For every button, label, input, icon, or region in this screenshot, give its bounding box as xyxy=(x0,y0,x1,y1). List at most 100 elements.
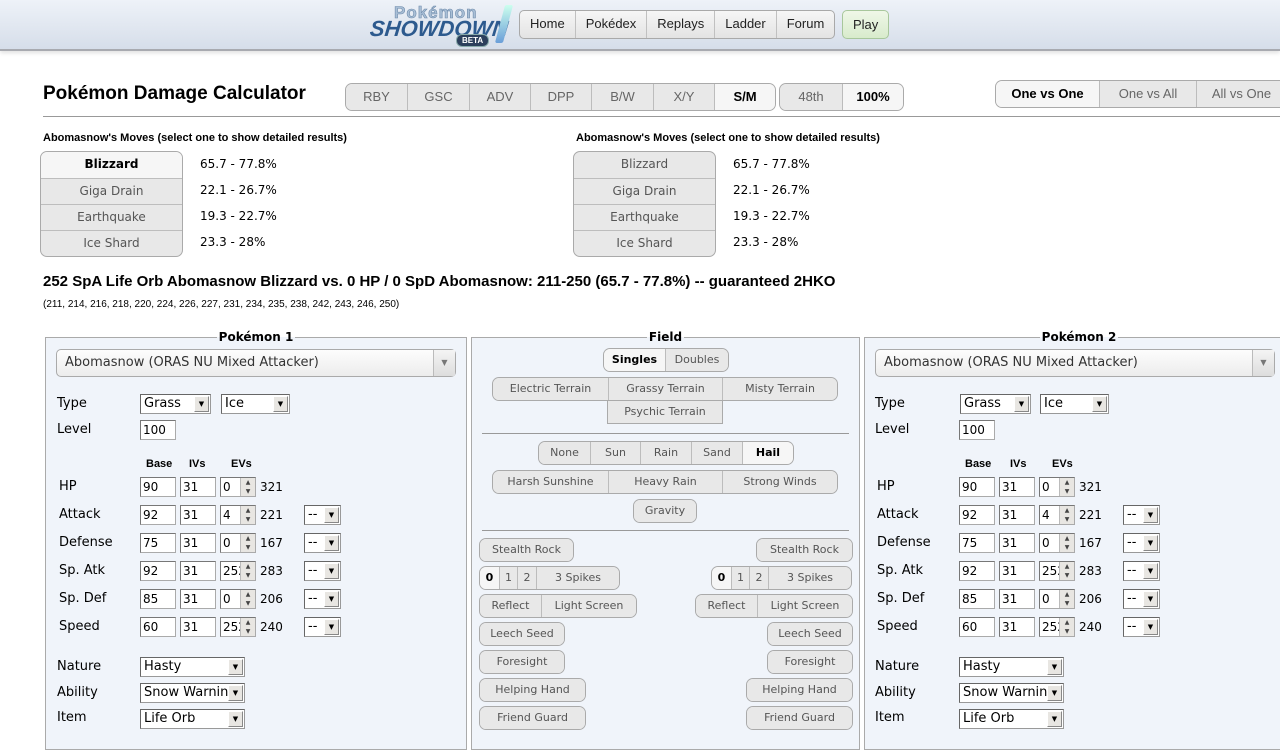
mode-one-vs-one[interactable]: One vs One xyxy=(996,81,1099,107)
stat-ev-input[interactable]: 0 ▲ ▼ xyxy=(220,533,256,553)
side1-spikes-3[interactable]: 3 Spikes xyxy=(536,567,619,589)
spinner-arrows-icon[interactable]: ▲ ▼ xyxy=(1059,590,1074,608)
weather-rain[interactable]: Rain xyxy=(640,442,691,464)
spinner-arrows-icon[interactable]: ▲ ▼ xyxy=(240,478,255,496)
side1-spikes-2[interactable]: 2 xyxy=(517,567,536,589)
stat-iv-input[interactable]: 31 xyxy=(999,533,1035,553)
stat-iv-input[interactable]: 31 xyxy=(999,477,1035,497)
stat-boost-select[interactable]: -- ▼ xyxy=(1123,617,1160,637)
stat-boost-select[interactable]: -- ▼ xyxy=(304,533,341,553)
stat-ev-input[interactable]: 4 ▲ ▼ xyxy=(220,505,256,525)
weather-none[interactable]: None xyxy=(539,442,590,464)
terrain-electric[interactable]: Electric Terrain xyxy=(493,378,608,400)
weather-hail[interactable]: Hail xyxy=(742,442,793,464)
stat-ev-input[interactable]: 0 ▲ ▼ xyxy=(220,589,256,609)
side2-helping-hand[interactable]: Helping Hand xyxy=(747,679,852,701)
stat-iv-input[interactable]: 31 xyxy=(180,561,216,581)
stat-base-input[interactable]: 75 xyxy=(140,533,176,553)
side1-spikes-1[interactable]: 1 xyxy=(499,567,517,589)
side1-friend-guard[interactable]: Friend Guard xyxy=(480,707,585,729)
side1-helping-hand[interactable]: Helping Hand xyxy=(480,679,585,701)
spinner-arrows-icon[interactable]: ▲ ▼ xyxy=(240,506,255,524)
gen-sm[interactable]: S/M xyxy=(714,84,775,110)
stat-boost-select[interactable]: -- ▼ xyxy=(304,617,341,637)
spinner-arrows-icon[interactable]: ▲ ▼ xyxy=(1059,618,1074,636)
stat-base-input[interactable]: 92 xyxy=(959,561,995,581)
mode-all-vs-one[interactable]: All vs One xyxy=(1196,81,1280,107)
play-button[interactable]: Play xyxy=(842,10,890,39)
weather-strong-winds[interactable]: Strong Winds xyxy=(722,471,837,493)
side2-stealth-rock[interactable]: Stealth Rock xyxy=(757,539,852,561)
gravity-toggle[interactable]: Gravity xyxy=(634,500,696,522)
stat-base-input[interactable]: 92 xyxy=(140,505,176,525)
side1-light-screen[interactable]: Light Screen xyxy=(541,595,636,617)
format-singles[interactable]: Singles xyxy=(604,349,665,371)
stat-boost-select[interactable]: -- ▼ xyxy=(304,561,341,581)
stat-boost-select[interactable]: -- ▼ xyxy=(1123,589,1160,609)
stat-boost-select[interactable]: -- ▼ xyxy=(1123,505,1160,525)
side2-spikes-3[interactable]: 3 Spikes xyxy=(768,567,851,589)
weather-sun[interactable]: Sun xyxy=(590,442,640,464)
pokemon2-ability-select[interactable]: Snow Warning ▼ xyxy=(959,683,1064,703)
side2-spikes-0[interactable]: 0 xyxy=(712,567,731,589)
stat-iv-input[interactable]: 31 xyxy=(180,589,216,609)
stat-base-input[interactable]: 90 xyxy=(140,477,176,497)
stat-boost-select[interactable]: -- ▼ xyxy=(1123,561,1160,581)
side2-leech-seed[interactable]: Leech Seed xyxy=(768,623,852,645)
side2-friend-guard[interactable]: Friend Guard xyxy=(747,707,852,729)
pokemon1-type2-select[interactable]: Ice ▼ xyxy=(221,394,290,414)
gen-rby[interactable]: RBY xyxy=(346,84,407,110)
move-right-giga-drain[interactable]: Giga Drain xyxy=(574,178,715,204)
spinner-arrows-icon[interactable]: ▲ ▼ xyxy=(1059,562,1074,580)
terrain-misty[interactable]: Misty Terrain xyxy=(722,378,837,400)
nav-pokedex[interactable]: Pokédex xyxy=(574,11,647,38)
gen-dpp[interactable]: DPP xyxy=(530,84,591,110)
stat-ev-input[interactable]: 0 ▲ ▼ xyxy=(1039,477,1075,497)
move-left-giga-drain[interactable]: Giga Drain xyxy=(41,178,182,204)
move-left-blizzard[interactable]: Blizzard xyxy=(41,152,182,178)
stat-base-input[interactable]: 75 xyxy=(959,533,995,553)
stat-ev-input[interactable]: 0 ▲ ▼ xyxy=(1039,533,1075,553)
mode-one-vs-all[interactable]: One vs All xyxy=(1099,81,1196,107)
move-left-ice-shard[interactable]: Ice Shard xyxy=(41,230,182,256)
pokemon2-type1-select[interactable]: Grass ▼ xyxy=(960,394,1031,414)
stat-ev-input[interactable]: 252 ▲ ▼ xyxy=(1039,561,1075,581)
terrain-psychic[interactable]: Psychic Terrain xyxy=(608,401,722,423)
side1-stealth-rock[interactable]: Stealth Rock xyxy=(480,539,573,561)
pokemon1-set-select[interactable]: Abomasnow (ORAS NU Mixed Attacker) ▼ xyxy=(56,349,456,377)
stat-base-input[interactable]: 60 xyxy=(140,617,176,637)
spinner-arrows-icon[interactable]: ▲ ▼ xyxy=(1059,534,1074,552)
stat-ev-input[interactable]: 252 ▲ ▼ xyxy=(220,617,256,637)
spinner-arrows-icon[interactable]: ▲ ▼ xyxy=(240,562,255,580)
side2-light-screen[interactable]: Light Screen xyxy=(757,595,852,617)
side2-foresight[interactable]: Foresight xyxy=(768,651,852,673)
stat-iv-input[interactable]: 31 xyxy=(180,617,216,637)
pokemon1-nature-select[interactable]: Hasty ▼ xyxy=(140,657,245,677)
stat-base-input[interactable]: 92 xyxy=(140,561,176,581)
nav-forum[interactable]: Forum xyxy=(775,11,835,38)
stat-boost-select[interactable]: -- ▼ xyxy=(304,589,341,609)
spinner-arrows-icon[interactable]: ▲ ▼ xyxy=(1059,478,1074,496)
gen-bw[interactable]: B/W xyxy=(591,84,653,110)
side2-spikes-2[interactable]: 2 xyxy=(749,567,768,589)
weather-sand[interactable]: Sand xyxy=(691,442,742,464)
stat-boost-select[interactable]: -- ▼ xyxy=(1123,533,1160,553)
stat-iv-input[interactable]: 31 xyxy=(999,617,1035,637)
nav-ladder[interactable]: Ladder xyxy=(714,11,775,38)
stat-base-input[interactable]: 60 xyxy=(959,617,995,637)
pokemon2-nature-select[interactable]: Hasty ▼ xyxy=(959,657,1064,677)
spinner-arrows-icon[interactable]: ▲ ▼ xyxy=(240,618,255,636)
spinner-arrows-icon[interactable]: ▲ ▼ xyxy=(1059,506,1074,524)
stat-iv-input[interactable]: 31 xyxy=(999,589,1035,609)
stat-iv-input[interactable]: 31 xyxy=(180,533,216,553)
percentile-48th[interactable]: 48th xyxy=(780,84,842,110)
stat-base-input[interactable]: 85 xyxy=(959,589,995,609)
side1-reflect[interactable]: Reflect xyxy=(480,595,541,617)
terrain-grassy[interactable]: Grassy Terrain xyxy=(608,378,722,400)
stat-base-input[interactable]: 90 xyxy=(959,477,995,497)
showdown-logo[interactable]: Pokémon SHOWDOWN BETA xyxy=(369,3,516,47)
weather-heavy-rain[interactable]: Heavy Rain xyxy=(608,471,722,493)
stat-base-input[interactable]: 92 xyxy=(959,505,995,525)
pokemon1-level-input[interactable]: 100 xyxy=(140,420,176,440)
move-right-ice-shard[interactable]: Ice Shard xyxy=(574,230,715,256)
